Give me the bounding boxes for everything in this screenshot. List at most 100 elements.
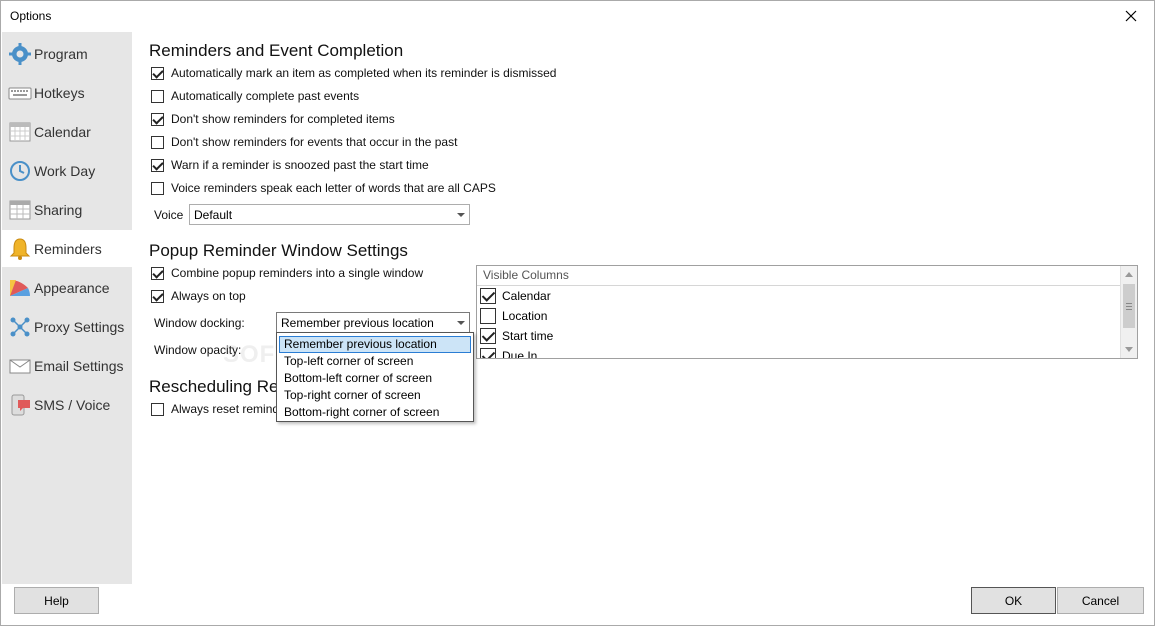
option-label: Always on top bbox=[171, 289, 246, 303]
option-voice-spell-caps[interactable]: Voice reminders speak each letter of wor… bbox=[151, 179, 496, 197]
checkbox[interactable] bbox=[151, 158, 164, 172]
option-label: Voice reminders speak each letter of wor… bbox=[171, 181, 496, 195]
dropdown-option[interactable]: Top-right corner of screen bbox=[279, 387, 471, 404]
sidebar-item-label: Sharing bbox=[34, 201, 83, 218]
checkbox[interactable] bbox=[480, 288, 496, 304]
option-label: Warn if a reminder is snoozed past the s… bbox=[171, 158, 429, 172]
sidebar-item-label: Work Day bbox=[34, 162, 96, 179]
option-label: Always reset reminde bbox=[171, 402, 286, 416]
option-label: Don't show reminders for completed items bbox=[171, 112, 395, 126]
calendar-icon bbox=[8, 120, 32, 144]
gear-icon bbox=[8, 42, 32, 66]
checkbox[interactable] bbox=[480, 328, 496, 344]
sidebar-item-sharing[interactable]: Sharing bbox=[2, 191, 132, 228]
color-wheel-icon bbox=[8, 276, 32, 300]
scroll-down-button[interactable] bbox=[1121, 341, 1137, 358]
column-label: Due In bbox=[502, 349, 538, 359]
window-title: Options bbox=[10, 9, 52, 23]
sidebar-item-program[interactable]: Program bbox=[2, 35, 132, 72]
option-hide-completed[interactable]: Don't show reminders for completed items bbox=[151, 110, 395, 128]
cancel-button[interactable]: Cancel bbox=[1057, 587, 1144, 614]
section-title-reminders: Reminders and Event Completion bbox=[149, 41, 404, 60]
checkbox[interactable] bbox=[151, 181, 164, 195]
option-label: Automatically complete past events bbox=[171, 89, 360, 103]
vertical-scrollbar[interactable] bbox=[1120, 266, 1137, 358]
sidebar-item-work-day[interactable]: Work Day bbox=[2, 152, 132, 189]
sidebar-item-proxy-settings[interactable]: Proxy Settings bbox=[2, 308, 132, 345]
chat-bubble-icon bbox=[8, 393, 32, 417]
window-docking-value: Remember previous location bbox=[281, 315, 434, 330]
section-title-popup: Popup Reminder Window Settings bbox=[149, 241, 408, 260]
sidebar-item-email-settings[interactable]: Email Settings bbox=[2, 347, 132, 384]
option-auto-complete-past[interactable]: Automatically complete past events bbox=[151, 87, 359, 105]
column-label: Location bbox=[502, 309, 548, 323]
sidebar-item-label: Proxy Settings bbox=[34, 318, 125, 335]
sidebar: Program Hotkeys Calendar Work Day Sharin… bbox=[2, 32, 132, 584]
checkbox[interactable] bbox=[151, 289, 164, 303]
sidebar-item-label: Hotkeys bbox=[34, 84, 85, 101]
column-item-due-in[interactable]: Due In bbox=[477, 346, 1137, 359]
sidebar-item-label: Program bbox=[34, 45, 88, 62]
sidebar-item-calendar[interactable]: Calendar bbox=[2, 113, 132, 150]
help-button[interactable]: Help bbox=[14, 587, 99, 614]
visible-columns-list[interactable]: Visible Columns Calendar Location Start … bbox=[476, 265, 1138, 359]
checkbox[interactable] bbox=[151, 89, 164, 103]
option-warn-snoozed[interactable]: Warn if a reminder is snoozed past the s… bbox=[151, 156, 429, 174]
column-item-calendar[interactable]: Calendar bbox=[477, 286, 1137, 306]
close-icon bbox=[1125, 10, 1137, 22]
ok-button[interactable]: OK bbox=[971, 587, 1056, 614]
checkbox[interactable] bbox=[151, 66, 164, 80]
checkbox[interactable] bbox=[480, 308, 496, 324]
bell-icon bbox=[8, 237, 32, 261]
network-icon bbox=[8, 315, 32, 339]
option-auto-mark-completed[interactable]: Automatically mark an item as completed … bbox=[151, 64, 556, 82]
options-window: Options Program Hotkeys Calendar Work Da… bbox=[0, 0, 1155, 626]
voice-select[interactable]: Default bbox=[189, 204, 470, 225]
title-bar: Options bbox=[1, 1, 1154, 32]
option-always-reset-reminder[interactable]: Always reset reminde bbox=[151, 400, 286, 418]
sidebar-item-hotkeys[interactable]: Hotkeys bbox=[2, 74, 132, 111]
checkbox[interactable] bbox=[480, 348, 496, 358]
option-hide-past-events[interactable]: Don't show reminders for events that occ… bbox=[151, 133, 457, 151]
option-combine-popups[interactable]: Combine popup reminders into a single wi… bbox=[151, 264, 423, 282]
column-label: Calendar bbox=[502, 289, 551, 303]
sidebar-item-appearance[interactable]: Appearance bbox=[2, 269, 132, 306]
section-title-rescheduling: Rescheduling Rem bbox=[149, 377, 293, 396]
checkbox[interactable] bbox=[151, 402, 164, 416]
sidebar-item-label: Reminders bbox=[34, 240, 102, 257]
dropdown-option[interactable]: Bottom-right corner of screen bbox=[279, 404, 471, 421]
chevron-down-icon bbox=[453, 205, 469, 224]
keyboard-icon bbox=[8, 81, 32, 105]
chevron-down-icon bbox=[453, 313, 469, 332]
column-item-location[interactable]: Location bbox=[477, 306, 1137, 326]
sidebar-item-label: SMS / Voice bbox=[34, 396, 111, 413]
checkbox[interactable] bbox=[151, 135, 164, 149]
column-label: Start time bbox=[502, 329, 554, 343]
close-button[interactable] bbox=[1108, 1, 1154, 31]
voice-label: Voice bbox=[154, 208, 184, 222]
checkbox[interactable] bbox=[151, 266, 164, 280]
sidebar-item-label: Appearance bbox=[34, 279, 110, 296]
sidebar-item-sms-voice[interactable]: SMS / Voice bbox=[2, 386, 132, 423]
checkbox[interactable] bbox=[151, 112, 164, 126]
scrollbar-thumb[interactable] bbox=[1123, 284, 1135, 328]
option-label: Combine popup reminders into a single wi… bbox=[171, 266, 424, 280]
dropdown-option[interactable]: Bottom-left corner of screen bbox=[279, 370, 471, 387]
dropdown-option[interactable]: Top-left corner of screen bbox=[279, 353, 471, 370]
sidebar-item-label: Calendar bbox=[34, 123, 91, 140]
window-docking-dropdown: Remember previous location Top-left corn… bbox=[276, 332, 474, 422]
option-label: Automatically mark an item as completed … bbox=[171, 66, 557, 80]
envelope-icon bbox=[8, 354, 32, 378]
dropdown-option[interactable]: Remember previous location bbox=[279, 336, 471, 353]
sidebar-item-label: Email Settings bbox=[34, 357, 124, 374]
clock-icon bbox=[8, 159, 32, 183]
scroll-up-button[interactable] bbox=[1121, 266, 1137, 283]
window-docking-select[interactable]: Remember previous location bbox=[276, 312, 470, 333]
chevron-up-icon bbox=[1125, 272, 1133, 277]
sidebar-item-reminders[interactable]: Reminders bbox=[2, 230, 132, 267]
chevron-down-icon bbox=[1125, 347, 1133, 352]
column-item-start-time[interactable]: Start time bbox=[477, 326, 1137, 346]
voice-select-value: Default bbox=[194, 207, 233, 222]
option-always-on-top[interactable]: Always on top bbox=[151, 287, 246, 305]
window-docking-label: Window docking: bbox=[154, 316, 245, 330]
